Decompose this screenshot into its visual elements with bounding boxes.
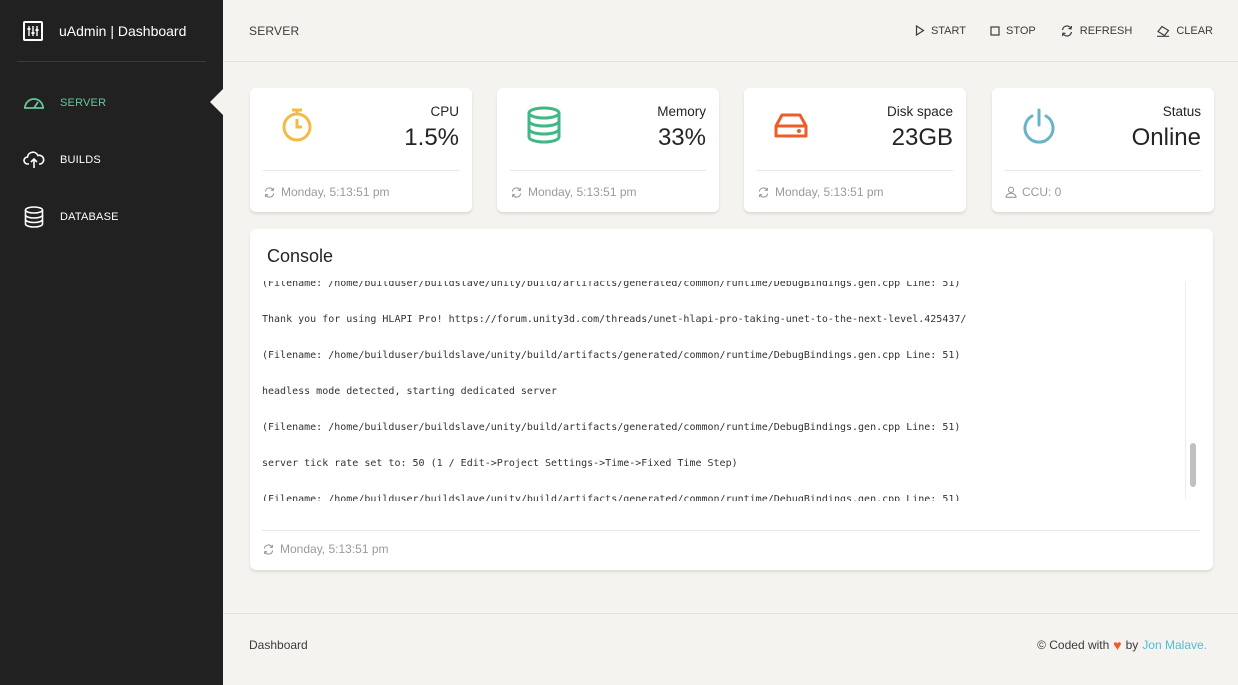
toolbar: START STOP REFRESH CLEAR [915,25,1213,37]
stop-icon [990,25,1000,36]
divider [1005,170,1201,171]
cpu-card: CPU 1.5% Monday, 5:13:51 pm [250,88,472,212]
stop-button[interactable]: STOP [990,25,1036,37]
page-footer: Dashboard © Coded with ♥ by Jon Malave. [223,613,1238,685]
timer-icon [278,106,316,144]
log-line: server tick rate set to: 50 (1 / Edit->P… [262,458,738,469]
active-indicator [210,88,224,116]
stop-label: STOP [1005,24,1036,37]
author-link[interactable]: Jon Malave. [1142,638,1207,652]
power-icon [1020,106,1058,144]
log-line: (Filename: /home/builduser/buildslave/un… [262,350,961,361]
footer-dashboard-link[interactable]: Dashboard [249,638,308,652]
clear-label: CLEAR [1176,24,1213,37]
log-line: (Filename: /home/builduser/buildslave/un… [262,494,961,501]
stat-footer: Monday, 5:13:51 pm [757,185,884,199]
cloud-upload-icon [23,149,45,171]
stat-value: 23GB [891,124,953,151]
eraser-icon [1156,25,1170,37]
sidebar-nav: SERVER BUILDS DATABASE [0,74,224,245]
page-title: SERVER [249,23,300,38]
brand-title: uAdmin | Dashboard [59,22,187,39]
stat-value: 1.5% [404,124,459,151]
sidebar-item-label: DATABASE [60,210,119,223]
console-card: Console (Filename: /home/builduser/build… [250,229,1213,570]
database-icon [525,106,563,144]
speedometer-icon [23,92,45,114]
stat-label: Memory [657,104,706,119]
console-title: Console [267,246,334,266]
stat-footer-text: CCU: 0 [1022,185,1062,199]
stat-footer: Monday, 5:13:51 pm [263,185,390,199]
heart-icon: ♥ [1113,637,1122,653]
divider [263,170,459,171]
console-scrollbar[interactable] [1185,281,1199,499]
stat-value: Online [1131,124,1201,151]
sidebar-item-label: BUILDS [60,153,101,166]
stat-value: 33% [657,124,706,151]
status-card: Status Online CCU: 0 [992,88,1214,212]
memory-card: Memory 33% Monday, 5:13:51 pm [497,88,719,212]
topbar: SERVER START STOP REFRESH CLEAR [223,0,1238,62]
sliders-logo-icon [23,20,43,41]
stat-footer-text: Monday, 5:13:51 pm [281,185,390,199]
log-line: (Filename: /home/builduser/buildslave/un… [262,422,961,433]
refresh-icon [510,186,523,198]
divider [757,170,953,171]
footer-credits: © Coded with ♥ by Jon Malave. [1037,637,1207,653]
log-line: Thank you for using HLAPI Pro! https://f… [262,314,967,325]
stat-footer: Monday, 5:13:51 pm [510,185,637,199]
refresh-icon [1060,24,1074,37]
console-log[interactable]: (Filename: /home/builduser/buildslave/un… [262,281,1196,501]
sidebar: uAdmin | Dashboard SERVER BUILDS DATABAS… [0,0,224,685]
divider [510,170,706,171]
stat-footer-text: Monday, 5:13:51 pm [528,185,637,199]
database-icon [23,205,45,228]
console-footer: Monday, 5:13:51 pm [262,542,389,556]
user-icon [1005,186,1017,198]
clear-button[interactable]: CLEAR [1156,25,1213,37]
start-label: START [930,24,966,37]
brand[interactable]: uAdmin | Dashboard [17,0,206,62]
sidebar-item-label: SERVER [60,96,107,109]
stat-footer: CCU: 0 [1005,185,1061,199]
console-footer-text: Monday, 5:13:51 pm [280,542,389,556]
refresh-button[interactable]: REFRESH [1060,24,1133,37]
sidebar-item-server[interactable]: SERVER [0,74,224,131]
credits-by: by [1125,638,1139,652]
refresh-icon [262,543,275,555]
scrollbar-thumb[interactable] [1190,443,1196,487]
log-line: headless mode detected, starting dedicat… [262,386,558,397]
credits-prefix: © Coded with [1037,638,1110,652]
sidebar-item-builds[interactable]: BUILDS [0,131,223,188]
stat-footer-text: Monday, 5:13:51 pm [775,185,884,199]
start-button[interactable]: START [915,25,966,37]
stat-label: CPU [430,104,459,119]
disk-card: Disk space 23GB Monday, 5:13:51 pm [744,88,966,212]
refresh-icon [263,186,276,198]
sidebar-item-database[interactable]: DATABASE [0,188,223,245]
play-icon [915,25,925,36]
divider [262,530,1200,531]
stat-label: Disk space [886,104,953,119]
refresh-icon [757,186,770,198]
stat-label: Status [1162,104,1201,119]
refresh-label: REFRESH [1079,24,1133,37]
log-line: (Filename: /home/builduser/buildslave/un… [262,281,961,289]
harddrive-icon [772,106,810,144]
